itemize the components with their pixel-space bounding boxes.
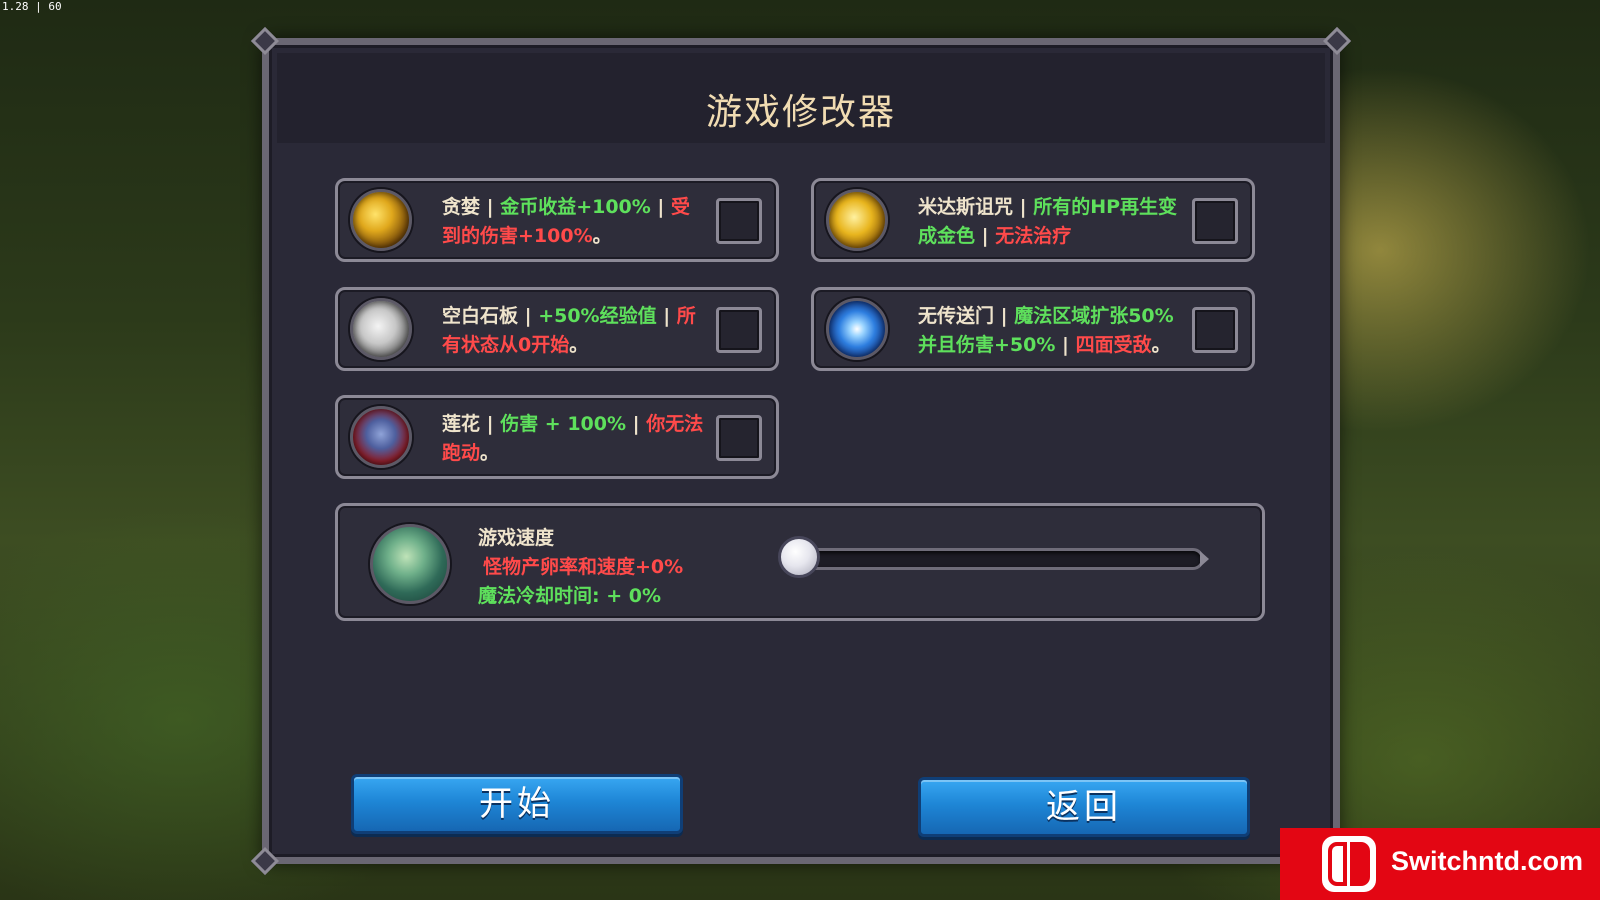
watermark-banner: Switchntd.com bbox=[1280, 828, 1600, 900]
gold-coins-icon bbox=[350, 189, 412, 251]
nintendo-switch-logo-icon bbox=[1322, 836, 1376, 892]
mod-card-no-portal: 无传送门 | 魔法区域扩张50%并且伤害+50% | 四面受敌。 bbox=[811, 287, 1255, 371]
mod-toggle-checkbox-midas-curse[interactable] bbox=[1192, 198, 1238, 244]
mod-description: 无传送门 | 魔法区域扩张50%并且伤害+50% | 四面受敌。 bbox=[918, 305, 1174, 356]
mod-toggle-checkbox-blank-slate[interactable] bbox=[716, 307, 762, 353]
blue-portal-icon bbox=[826, 298, 888, 360]
game-speed-slider-thumb[interactable] bbox=[778, 536, 820, 578]
frame-corner-ornament bbox=[1322, 26, 1352, 56]
spell-cooldown-text: 魔法冷却时间: + 0% bbox=[478, 585, 662, 607]
mod-card-blank-slate: 空白石板 | +50%经验值 | 所有状态从0开始。 bbox=[335, 287, 779, 371]
dialog-title: 游戏修改器 bbox=[705, 92, 896, 133]
mod-description: 莲花 | 伤害 + 100% | 你无法跑动。 bbox=[442, 413, 704, 464]
lotus-face-icon bbox=[350, 406, 412, 468]
mod-toggle-checkbox-greed[interactable] bbox=[716, 198, 762, 244]
back-button[interactable]: 返回 bbox=[918, 777, 1250, 837]
mod-card-greed: 贪婪 | 金币收益+100% | 受到的伤害+100%。 bbox=[335, 178, 779, 262]
slider-end-cap bbox=[1200, 551, 1209, 567]
hourglass-swirl-icon bbox=[370, 524, 450, 604]
mod-description: 贪婪 | 金币收益+100% | 受到的伤害+100%。 bbox=[442, 196, 690, 247]
mod-toggle-checkbox-lotus[interactable] bbox=[716, 415, 762, 461]
fps-counter: 1.28 | 60 bbox=[2, 0, 62, 13]
watermark-text: Switchntd.com bbox=[1391, 846, 1584, 876]
game-speed-slider-track[interactable] bbox=[788, 548, 1204, 570]
frame-corner-ornament bbox=[250, 26, 280, 56]
mod-description: 空白石板 | +50%经验值 | 所有状态从0开始。 bbox=[442, 305, 696, 356]
mod-card-midas-curse: 米达斯诅咒 | 所有的HP再生变成金色 | 无法治疗 bbox=[811, 178, 1255, 262]
mod-card-lotus: 莲花 | 伤害 + 100% | 你无法跑动。 bbox=[335, 395, 779, 479]
game-speed-label: 游戏速度 bbox=[478, 527, 555, 549]
golden-scarab-coin-icon bbox=[826, 189, 888, 251]
game-speed-panel: 游戏速度 怪物产卵率和速度+0% 魔法冷却时间: + 0% bbox=[335, 503, 1265, 621]
frame-corner-ornament bbox=[250, 846, 280, 876]
start-button[interactable]: 开始 bbox=[351, 774, 683, 834]
mod-toggle-checkbox-no-portal[interactable] bbox=[1192, 307, 1238, 353]
title-bar: 游戏修改器 bbox=[277, 53, 1325, 143]
mod-description: 米达斯诅咒 | 所有的HP再生变成金色 | 无法治疗 bbox=[918, 196, 1178, 247]
spawn-rate-text: 怪物产卵率和速度+0% bbox=[483, 556, 684, 578]
blank-slate-moon-icon bbox=[350, 298, 412, 360]
